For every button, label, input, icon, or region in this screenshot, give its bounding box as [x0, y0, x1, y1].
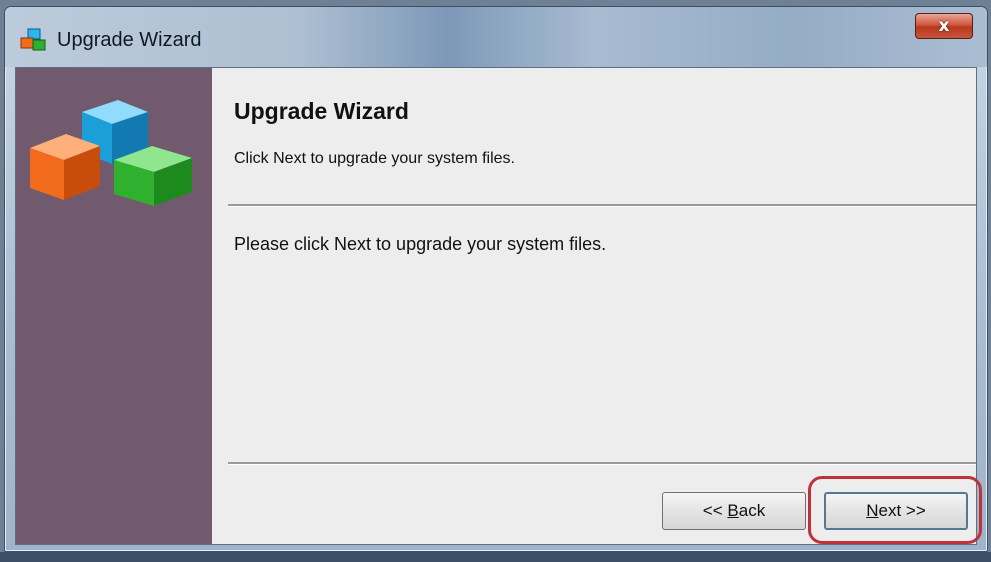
close-button[interactable]: x	[915, 13, 973, 39]
footer-divider	[228, 462, 976, 465]
back-button-mnemonic: B	[727, 501, 739, 520]
desktop-background	[0, 552, 991, 562]
wizard-cubes-icon	[20, 28, 46, 51]
page-subtitle: Click Next to upgrade your system files.	[234, 150, 515, 167]
back-button-prefix: <<	[702, 501, 728, 520]
back-button[interactable]: << Back	[662, 492, 806, 530]
close-icon: x	[938, 16, 950, 36]
page-title: Upgrade Wizard	[234, 98, 409, 124]
wizard-cubes-logo	[30, 100, 192, 206]
instruction-text: Please click Next to upgrade your system…	[234, 234, 607, 254]
wizard-client-area: Upgrade Wizard Click Next to upgrade you…	[15, 67, 982, 545]
back-button-label: ack	[738, 501, 766, 520]
wizard-window: Upgrade Wizard x Upgrade Wizard Click Ne…	[4, 6, 988, 552]
header-divider	[228, 204, 976, 207]
title-bar[interactable]: Upgrade Wizard x	[5, 7, 987, 67]
next-button-highlight	[808, 476, 982, 544]
wizard-sidebar	[16, 68, 212, 544]
window-title: Upgrade Wizard	[57, 29, 202, 51]
